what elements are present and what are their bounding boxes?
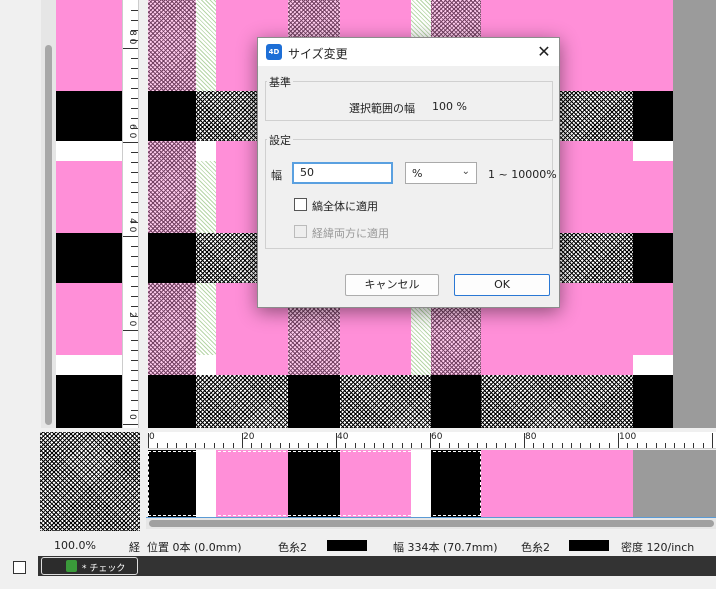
gutter	[139, 0, 148, 428]
width-info: 幅 334本 (70.7mm)	[393, 541, 498, 554]
selection-marquee	[148, 451, 481, 516]
density-info: 密度 120/inch	[621, 541, 695, 554]
ruler-label: 100	[619, 432, 637, 442]
apply-both-label: 経緯両方に適用	[312, 227, 389, 240]
ruler-label: 2 0	[127, 312, 137, 327]
basis-label: 選択範囲の幅	[349, 102, 415, 115]
position-info: 位置 0本 (0.0mm)	[147, 541, 242, 554]
vertical-scrollbar-thumb[interactable]	[45, 45, 52, 425]
dialog-title: サイズ変更	[288, 47, 348, 61]
vertical-scrollbar[interactable]	[41, 0, 56, 428]
apply-both-checkbox	[294, 225, 307, 238]
document-icon	[66, 560, 77, 572]
width-label: 幅	[271, 169, 282, 182]
settings-group-label: 設定	[267, 132, 293, 148]
toggle-checkbox[interactable]	[13, 561, 26, 574]
dialog-titlebar: 4D サイズ変更 ✕	[258, 38, 559, 66]
basis-value: 100 %	[432, 100, 467, 113]
weft-stripe-preview	[56, 0, 122, 428]
color-label-right: 色糸2	[521, 541, 550, 554]
app-4d-icon: 4D	[266, 44, 282, 60]
ruler-label: 8 0	[127, 30, 137, 45]
apply-whole-checkbox[interactable]	[294, 198, 307, 211]
apply-whole-label: 縞全体に適用	[312, 200, 378, 213]
color-label-left: 色糸2	[278, 541, 307, 554]
ok-button[interactable]: OK	[454, 274, 550, 296]
ruler-label: 4 0	[127, 218, 137, 233]
settings-group	[265, 139, 553, 249]
unit-selected: %	[412, 167, 423, 180]
canvas-margin	[673, 0, 716, 428]
warp-stripe-editor[interactable]	[148, 450, 716, 517]
tab-bar: * チェック	[0, 556, 716, 589]
ruler-label: 6 0	[127, 124, 137, 139]
cancel-button[interactable]: キャンセル	[345, 274, 439, 296]
ruler-label: 0	[127, 414, 137, 420]
resize-dialog: 4D サイズ変更 ✕ 基準 選択範囲の幅 100 % 設定 幅 50 % ⌄ 1…	[257, 37, 560, 308]
weave-thumbnail	[40, 432, 140, 531]
tab-check[interactable]: * チェック	[41, 557, 138, 575]
horizontal-scrollbar[interactable]	[146, 517, 716, 529]
color-swatch-left	[327, 540, 367, 551]
width-input[interactable]: 50	[292, 162, 393, 184]
ruler-label: 0	[149, 432, 155, 442]
basis-group-label: 基準	[267, 74, 293, 90]
horizontal-ruler: 0 20 40 60 80 100	[148, 432, 716, 449]
color-swatch-right	[569, 540, 609, 551]
chevron-down-icon: ⌄	[461, 166, 470, 177]
axis-indicator: 経	[129, 541, 140, 554]
tab-strip	[38, 556, 716, 576]
ruler-label: 80	[525, 432, 537, 442]
ruler-label: 40	[337, 432, 349, 442]
close-icon[interactable]: ✕	[534, 42, 554, 62]
status-bar: 100.0% 経 位置 0本 (0.0mm) 色糸2 幅 334本 (70.7m…	[0, 536, 716, 556]
range-text: 1 ~ 10000%	[488, 168, 557, 181]
ruler-label: 20	[243, 432, 255, 442]
zoom-level: 100.0%	[54, 539, 96, 552]
tab-label: * チェック	[82, 564, 126, 574]
vertical-ruler: 8 0 6 0 4 0 2 0 0	[122, 0, 139, 428]
horizontal-scrollbar-thumb[interactable]	[149, 520, 714, 527]
unit-select[interactable]: % ⌄	[405, 162, 477, 184]
ruler-label: 60	[431, 432, 443, 442]
